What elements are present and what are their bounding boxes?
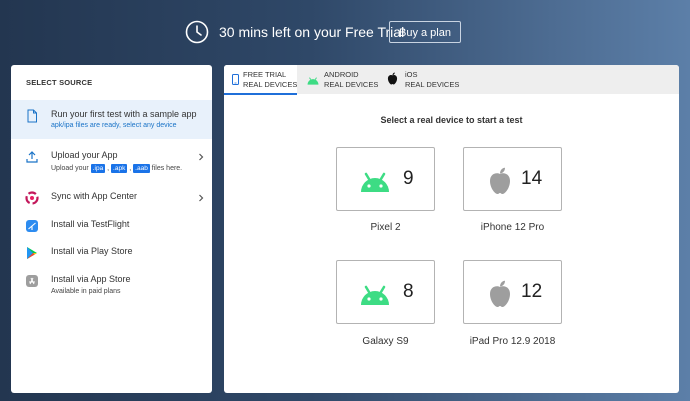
os-version: 12 bbox=[521, 281, 543, 302]
tab-ios-line1: iOS bbox=[405, 70, 418, 79]
upload-app-label: Upload your App bbox=[51, 150, 118, 160]
upload-icon bbox=[26, 151, 38, 163]
app-store-icon bbox=[26, 275, 38, 287]
apk-badge: .apk bbox=[111, 164, 128, 173]
chevron-right-icon bbox=[199, 194, 204, 202]
os-version: 14 bbox=[521, 168, 543, 189]
device-card-galaxy-s9[interactable]: 8 bbox=[336, 260, 435, 324]
trial-banner: 30 mins left on your Free Trial Buy a pl… bbox=[0, 16, 690, 50]
tab-free-trial-line1: FREE TRIAL bbox=[243, 70, 287, 79]
os-version: 9 bbox=[403, 168, 414, 189]
apple-icon bbox=[490, 280, 510, 307]
app-center-label: Sync with App Center bbox=[51, 191, 138, 201]
app-store-sub: Available in paid plans bbox=[51, 288, 121, 295]
app-center-icon bbox=[25, 191, 39, 205]
apple-icon bbox=[490, 167, 510, 194]
app-center-option[interactable]: Sync with App Center bbox=[11, 191, 212, 207]
sample-app-label: Run your first test with a sample app bbox=[51, 109, 197, 119]
trial-text: 30 mins left on your Free Trial bbox=[219, 24, 405, 40]
buy-plan-button[interactable]: Buy a plan bbox=[389, 21, 461, 43]
tab-ios[interactable]: iOS REAL DEVICES bbox=[379, 65, 459, 94]
upload-app-sub: Upload your .ipa , .apk , .aab files her… bbox=[51, 164, 183, 173]
tab-free-trial[interactable]: FREE TRIAL REAL DEVICES bbox=[224, 65, 297, 95]
device-name: Pixel 2 bbox=[370, 222, 401, 233]
select-device-prompt: Select a real device to start a test bbox=[380, 115, 523, 125]
tab-android-line1: ANDROID bbox=[324, 70, 359, 79]
device-card-iphone-12-pro[interactable]: 14 bbox=[463, 147, 562, 211]
clock-icon bbox=[185, 20, 209, 44]
play-store-icon bbox=[27, 247, 37, 259]
upload-sub-post: files here. bbox=[151, 165, 183, 172]
device-name: Galaxy S9 bbox=[362, 336, 409, 347]
tab-android-line2: REAL DEVICES bbox=[324, 80, 379, 89]
chevron-right-icon bbox=[199, 153, 204, 161]
select-source-panel: SELECT SOURCE Run your first test with a… bbox=[11, 65, 212, 393]
sample-app-option[interactable]: Run your first test with a sample app ap… bbox=[11, 100, 212, 139]
apple-icon bbox=[387, 72, 398, 85]
os-version: 8 bbox=[403, 281, 414, 302]
device-name: iPhone 12 Pro bbox=[480, 222, 545, 233]
android-icon bbox=[361, 285, 389, 305]
device-card-ipad-pro[interactable]: 12 bbox=[463, 260, 562, 324]
app-store-label: Install via App Store bbox=[51, 274, 131, 284]
testflight-label: Install via TestFlight bbox=[51, 219, 130, 229]
android-icon bbox=[307, 77, 319, 85]
device-panel: FREE TRIAL REAL DEVICES ANDROID REAL DEV… bbox=[224, 65, 679, 393]
app-store-option: Install via App Store Available in paid … bbox=[11, 274, 212, 302]
aab-badge: .aab bbox=[133, 164, 150, 173]
android-icon bbox=[361, 172, 389, 192]
testflight-icon bbox=[26, 220, 38, 232]
phone-icon bbox=[232, 74, 239, 85]
ipa-badge: .ipa bbox=[90, 164, 106, 173]
play-store-option[interactable]: Install via Play Store bbox=[11, 246, 212, 262]
file-icon bbox=[27, 109, 37, 123]
device-name: iPad Pro 12.9 2018 bbox=[469, 336, 556, 347]
device-card-pixel-2[interactable]: 9 bbox=[336, 147, 435, 211]
testflight-option[interactable]: Install via TestFlight bbox=[11, 219, 212, 235]
tab-free-trial-line2: REAL DEVICES bbox=[243, 80, 298, 89]
play-store-label: Install via Play Store bbox=[51, 246, 133, 256]
upload-sub-pre: Upload your bbox=[51, 165, 89, 172]
device-tabs: FREE TRIAL REAL DEVICES ANDROID REAL DEV… bbox=[224, 65, 679, 95]
upload-app-option[interactable]: Upload your App Upload your .ipa , .apk … bbox=[11, 150, 212, 180]
tab-android[interactable]: ANDROID REAL DEVICES bbox=[298, 65, 378, 94]
sample-app-sub: apk/ipa files are ready, select any devi… bbox=[51, 122, 177, 129]
select-source-title: SELECT SOURCE bbox=[26, 78, 93, 87]
tab-ios-line2: REAL DEVICES bbox=[405, 80, 460, 89]
